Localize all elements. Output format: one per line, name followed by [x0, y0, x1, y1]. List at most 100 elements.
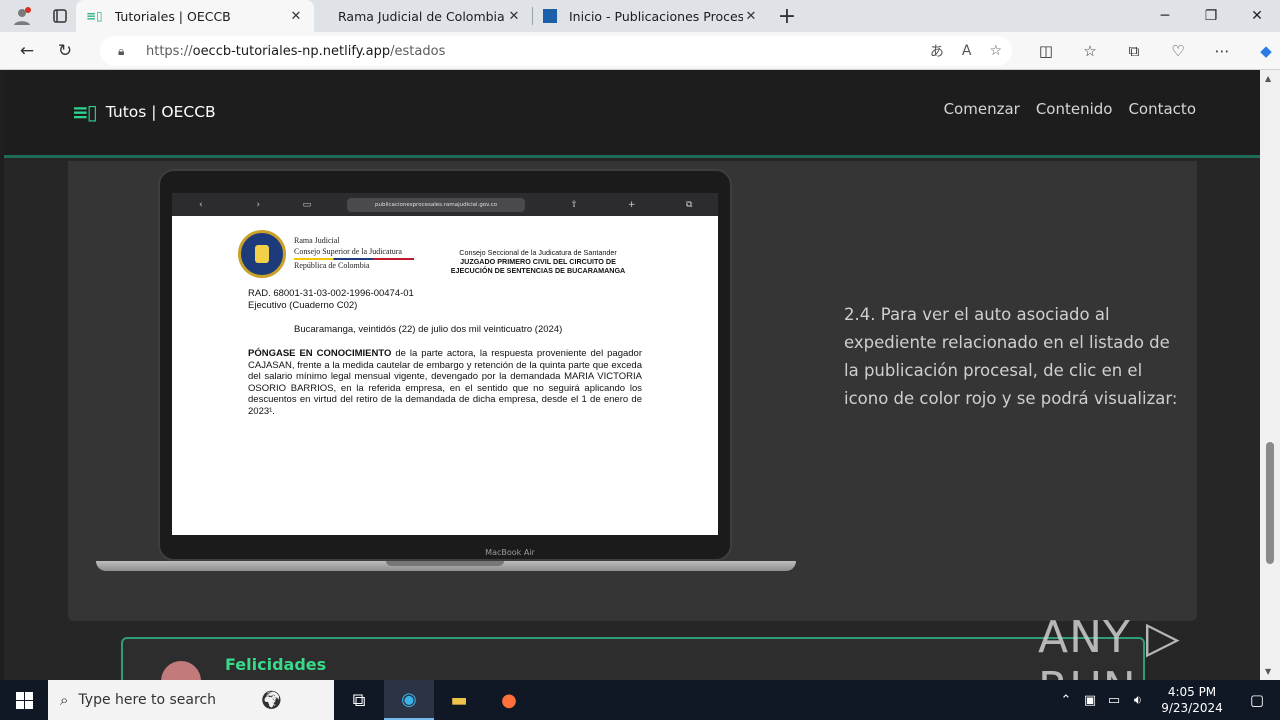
- laptop-notch: [386, 561, 504, 566]
- address-bar-icons: あ A ☆: [930, 36, 1002, 66]
- edge-taskbar-icon[interactable]: ◉: [384, 680, 434, 720]
- tab-title: Rama Judicial de Colombia: Infor: [338, 8, 506, 24]
- laptop-screen: ‹ › ▭ publicacionesprocesales.ramajudici…: [172, 193, 718, 535]
- close-tab-icon[interactable]: ✕: [743, 9, 759, 24]
- favorites-icon[interactable]: ☆: [1068, 42, 1112, 60]
- nav-link-comenzar[interactable]: Comenzar: [944, 100, 1020, 118]
- clock[interactable]: 4:05 PM 9/23/2024: [1150, 684, 1234, 716]
- laptop-model-label: MacBook Air: [485, 548, 535, 557]
- file-explorer-icon[interactable]: ▬: [434, 680, 484, 720]
- tab-rama-judicial[interactable]: Rama Judicial de Colombia: Infor ✕: [314, 0, 532, 32]
- read-aloud-icon[interactable]: A: [962, 43, 972, 59]
- search-highlight-icon: 🌍︎: [260, 689, 283, 711]
- court-line: Consejo Seccional de la Judicatura de Sa…: [459, 248, 617, 257]
- oeccb-favicon-icon: ≡▯: [86, 9, 103, 23]
- translate-icon[interactable]: あ: [930, 41, 944, 61]
- windows-start-icon[interactable]: [0, 680, 48, 720]
- flag-line: [294, 258, 414, 260]
- split-screen-icon[interactable]: ◫: [1024, 42, 1068, 60]
- close-window-icon[interactable]: ✕: [1234, 0, 1280, 32]
- network-icon[interactable]: ▭: [1102, 693, 1126, 708]
- url-host: oeccb-tutoriales-np.netlify.app: [192, 43, 391, 59]
- safari-url: publicacionesprocesales.ramajudicial.gov…: [346, 197, 526, 212]
- scroll-up-icon[interactable]: ▲: [1265, 74, 1271, 83]
- laptop-mockup: ‹ › ▭ publicacionesprocesales.ramajudici…: [96, 169, 796, 589]
- safari-forward-icon: ›: [256, 199, 261, 210]
- tutorial-step-card: ‹ › ▭ publicacionesprocesales.ramajudici…: [68, 161, 1197, 621]
- taskbar-search[interactable]: ⌕ Type here to search 🌍︎: [48, 680, 334, 720]
- new-tab-icon[interactable]: +: [769, 4, 805, 29]
- browser-essentials-icon[interactable]: ♡: [1156, 42, 1200, 60]
- court-document: Rama Judicial Consejo Superior de la Jud…: [172, 216, 718, 535]
- system-tray: ⌃ ▣ ▭ 🔉︎ 4:05 PM 9/23/2024 ▢: [1054, 680, 1280, 720]
- firefox-icon[interactable]: ●: [484, 680, 534, 720]
- org-line: Rama Judicial: [294, 236, 340, 245]
- case-type: Ejecutivo (Cuaderno C02): [248, 300, 358, 311]
- publicaciones-favicon-icon: [543, 9, 557, 23]
- tray-overflow-icon[interactable]: ⌃: [1054, 693, 1078, 708]
- tab-strip: ≡▯ Tutoriales | OECCB ✕ Rama Judicial de…: [0, 0, 1280, 32]
- next-card: Felicidades: [121, 637, 1145, 680]
- address-bar[interactable]: 🔒︎ https://oeccb-tutoriales-np.netlify.a…: [100, 36, 1012, 66]
- tray-device-icon[interactable]: ▣: [1078, 693, 1102, 708]
- nav-link-contacto[interactable]: Contacto: [1128, 100, 1196, 118]
- nav-link-contenido[interactable]: Contenido: [1036, 100, 1113, 118]
- tab-actions-icon[interactable]: [44, 0, 76, 32]
- clock-time: 4:05 PM: [1167, 685, 1217, 699]
- laptop-lid: ‹ › ▭ publicacionesprocesales.ramajudici…: [158, 169, 732, 561]
- document-date: Bucaramanga, veintidós (22) de julio dos…: [294, 324, 563, 335]
- court-heading: Consejo Seccional de la Judicatura de Sa…: [438, 248, 638, 275]
- taskbar: ⌕ Type here to search 🌍︎ ⧉ ◉ ▬ ● ⌃ ▣ ▭ 🔉…: [0, 680, 1280, 720]
- window-controls: ─ ❐ ✕: [1142, 0, 1280, 32]
- refresh-icon[interactable]: ↻: [46, 35, 84, 67]
- search-placeholder: Type here to search: [78, 692, 217, 708]
- volume-icon[interactable]: 🔉︎: [1126, 693, 1150, 708]
- safari-add-icon: +: [627, 199, 636, 210]
- tab-title: Tutoriales | OECCB: [114, 8, 231, 24]
- step-instruction: 2.4. Para ver el auto asociado al expedi…: [844, 305, 1178, 408]
- collections-icon[interactable]: ⧉: [1112, 42, 1156, 60]
- url-prefix: https://: [146, 43, 193, 59]
- close-tab-icon[interactable]: ✕: [506, 9, 522, 24]
- site-logo[interactable]: ≡▯ Tutos | OECCB: [72, 100, 216, 124]
- minimize-icon[interactable]: ─: [1142, 0, 1188, 32]
- tab-publicaciones[interactable]: Inicio - Publicaciones Procesales ✕: [533, 0, 769, 32]
- restore-icon[interactable]: ❐: [1188, 0, 1234, 32]
- colombia-seal-icon: [238, 230, 286, 278]
- web-page: ≡▯ Tutos | OECCB Comenzar Contenido Cont…: [4, 70, 1260, 680]
- safari-back-icon: ‹: [198, 199, 203, 210]
- site-nav: Comenzar Contenido Contacto: [944, 100, 1196, 118]
- notifications-icon[interactable]: ▢: [1234, 691, 1280, 709]
- lock-icon: 🔒︎: [118, 43, 125, 58]
- task-view-icon[interactable]: ⧉: [334, 680, 384, 720]
- more-menu-icon[interactable]: ⋯: [1200, 42, 1244, 60]
- profile-icon[interactable]: [0, 0, 44, 32]
- safari-tabs-icon: ⧉: [686, 199, 693, 210]
- org-block: Rama Judicial Consejo Superior de la Jud…: [294, 236, 414, 272]
- address-row: ← ↻ 🔒︎ https://oeccb-tutoriales-np.netli…: [0, 32, 1280, 70]
- close-tab-icon[interactable]: ✕: [288, 9, 304, 24]
- clock-date: 9/23/2024: [1161, 701, 1223, 715]
- logo-text: Tutos | OECCB: [105, 103, 216, 121]
- copilot-icon[interactable]: ◆: [1244, 42, 1280, 60]
- safari-book-icon: ▭: [302, 199, 312, 210]
- document-body: PÓNGASE EN CONOCIMIENTO de la parte acto…: [248, 348, 642, 417]
- court-line: JUZGADO PRIMERO CIVIL DEL CIRCUITO DE: [460, 257, 616, 266]
- court-line: EJECUCIÓN DE SENTENCIAS DE BUCARAMANGA: [450, 266, 626, 275]
- favorite-star-icon[interactable]: ☆: [989, 43, 1002, 59]
- back-icon[interactable]: ←: [8, 35, 46, 67]
- org-line: Consejo Superior de la Judicatura: [294, 246, 402, 256]
- search-icon: ⌕: [60, 691, 69, 709]
- site-header: ≡▯ Tutos | OECCB Comenzar Contenido Cont…: [4, 70, 1260, 158]
- next-card-title: Felicidades: [225, 655, 327, 674]
- page-scrollbar[interactable]: ▲ ▼: [1260, 70, 1280, 680]
- tab-tutoriales[interactable]: ≡▯ Tutoriales | OECCB ✕: [76, 0, 314, 32]
- url-path: /estados: [390, 43, 446, 59]
- scrollbar-thumb[interactable]: [1266, 442, 1274, 564]
- tab-title: Inicio - Publicaciones Procesales: [569, 8, 743, 24]
- avatar: [161, 661, 201, 680]
- toolbar-icons: ◫ ☆ ⧉ ♡ ⋯ ◆: [1024, 32, 1280, 70]
- safari-toolbar: ‹ › ▭ publicacionesprocesales.ramajudici…: [172, 193, 718, 216]
- org-line: República de Colombia: [294, 261, 370, 270]
- document-lead: PÓNGASE EN CONOCIMIENTO: [248, 348, 392, 359]
